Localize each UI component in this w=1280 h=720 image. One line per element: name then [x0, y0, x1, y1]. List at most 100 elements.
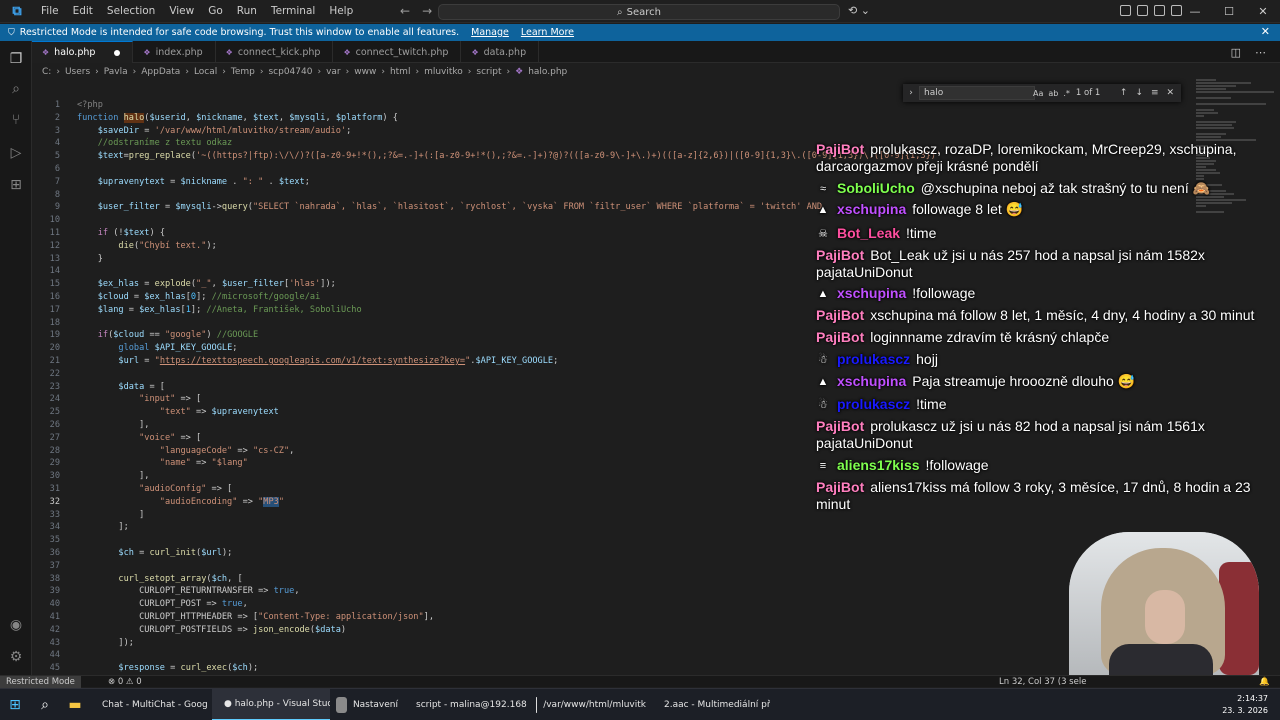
line-number: 14 — [49, 266, 60, 277]
back-arrow-icon[interactable]: ← — [400, 4, 410, 18]
taskbar-app[interactable]: /var/www/html/mluvitk — [530, 689, 652, 720]
line-number: 26 — [49, 420, 60, 430]
line-number: 43 — [49, 637, 60, 648]
menu-selection[interactable]: Selection — [100, 0, 162, 23]
learn-more-link[interactable]: Learn More — [521, 27, 574, 38]
run-debug-icon[interactable]: ▷ — [8, 145, 24, 161]
match-case-icon[interactable]: Aa — [1033, 89, 1043, 98]
previous-match-icon[interactable]: ↑ — [1120, 88, 1128, 98]
breadcrumb-item[interactable]: Local — [194, 67, 217, 77]
search-icon: ⌕ — [617, 6, 623, 18]
start-windows-icon[interactable]: ⊞ — [0, 689, 30, 720]
toggle-sidebar-icon[interactable] — [1120, 5, 1131, 16]
breadcrumb-item[interactable]: AppData — [141, 67, 180, 77]
taskbar-app-label: script - malina@192.168 — [416, 699, 527, 710]
find-in-selection-icon[interactable]: ≡ — [1151, 88, 1159, 98]
taskbar-app-label: 2.aac - Multimediální př — [664, 699, 770, 710]
breadcrumb-item[interactable]: script — [476, 67, 501, 77]
nav-arrows: ← → — [400, 4, 432, 18]
chat-text: prolukascz, rozaDP, loremikockam, MrCree… — [816, 141, 1237, 174]
clock[interactable]: 2:14:37 23. 3. 2026 — [1222, 693, 1268, 717]
copilot-icon[interactable]: ⟲ ⌄ — [848, 4, 870, 17]
breadcrumb-item[interactable]: mluvitko — [424, 67, 463, 77]
close-find-icon[interactable]: ✕ — [1167, 88, 1175, 98]
more-actions-icon[interactable]: ⋯ — [1255, 46, 1266, 59]
problems-status[interactable]: ⊗ 0 ⚠ 0 — [108, 676, 142, 688]
menu-help[interactable]: Help — [322, 0, 360, 23]
breadcrumb-item[interactable]: Users — [65, 67, 90, 77]
tab-data-php[interactable]: ❖ data.php — [461, 41, 540, 63]
toggle-panel-icon[interactable] — [1137, 5, 1148, 16]
tab-index-php[interactable]: ❖ index.php — [133, 41, 216, 63]
breadcrumb-item[interactable]: C: — [42, 67, 51, 77]
menu-file[interactable]: File — [34, 0, 66, 23]
source-control-icon[interactable]: ⑂ — [8, 112, 24, 128]
split-editor-icon[interactable]: ◫ — [1231, 46, 1241, 59]
whole-word-icon[interactable]: ab — [1048, 89, 1058, 98]
clock-time: 2:14:37 — [1237, 694, 1268, 703]
search-icon[interactable]: ⌕ — [30, 689, 60, 720]
unsaved-dot-icon[interactable] — [114, 49, 121, 56]
toggle-secondary-sidebar-icon[interactable] — [1154, 5, 1165, 16]
explorer-icon[interactable]: ❐ — [8, 51, 24, 67]
tab-connect-kick-php[interactable]: ❖ connect_kick.php — [216, 41, 334, 63]
taskbar-app[interactable]: Chat - MultiChat - Goog — [90, 689, 212, 720]
tab-connect-twitch-php[interactable]: ❖ connect_twitch.php — [333, 41, 462, 63]
breadcrumb-item[interactable]: var — [326, 67, 341, 77]
close-window-icon[interactable]: ✕ — [1246, 0, 1280, 23]
tab-halo-php[interactable]: ❖ halo.php — [32, 41, 134, 63]
search-icon[interactable]: ⌕ — [8, 81, 24, 97]
taskbar-app[interactable]: 2.aac - Multimediální př — [652, 689, 770, 720]
menu-terminal[interactable]: Terminal — [264, 0, 322, 23]
command-center-search[interactable]: ⌕ Search — [438, 4, 840, 20]
taskbar: ⊞ ⌕ ▬ Chat - MultiChat - Goog ● halo.php … — [0, 688, 1280, 720]
breadcrumb-item[interactable]: Pavla — [104, 67, 128, 77]
breadcrumb-item[interactable]: halo.php — [528, 67, 567, 77]
line-number: 4 — [54, 138, 60, 149]
forward-arrow-icon[interactable]: → — [422, 4, 432, 18]
taskbar-app[interactable]: script - malina@192.168 — [404, 689, 530, 720]
minimize-icon[interactable]: — — [1178, 0, 1212, 23]
notifications-bell-icon[interactable]: 🔔 — [1259, 676, 1270, 688]
maximize-icon[interactable]: ☐ — [1212, 0, 1246, 23]
menu-edit[interactable]: Edit — [66, 0, 100, 23]
breadcrumb-item[interactable]: scp04740 — [268, 67, 312, 77]
close-icon[interactable]: ✕ — [1261, 25, 1270, 38]
menu-view[interactable]: View — [162, 0, 201, 23]
manage-link[interactable]: Manage — [471, 27, 509, 38]
taskbar-app-label: Chat - MultiChat - Goog — [102, 699, 208, 710]
manage-gear-icon[interactable]: ⚙ — [8, 649, 24, 665]
extensions-icon[interactable]: ⊞ — [8, 177, 24, 193]
regex-icon[interactable]: .* — [1063, 89, 1070, 98]
chat-username: SoboliUcho — [837, 180, 915, 196]
code-line: "audioEncoding" => "MP3" — [159, 496, 285, 507]
file-explorer-icon[interactable]: ▬ — [60, 689, 90, 720]
taskbar-app[interactable]: Nastavení — [330, 689, 404, 720]
activity-bar: ❐ ⌕ ⑂ ▷ ⊞ ◉ ⚙ — [0, 41, 32, 675]
line-number: 16 — [49, 292, 60, 302]
code-line: ], — [77, 471, 150, 482]
tab-label: connect_kick.php — [237, 46, 321, 58]
restricted-mode-status[interactable]: Restricted Mode — [0, 676, 81, 688]
breadcrumb-item[interactable]: Temp — [231, 67, 255, 77]
account-icon[interactable]: ◉ — [8, 617, 24, 633]
cursor-position[interactable]: Ln 32, Col 37 (3 sele — [999, 676, 1086, 688]
minimap-line — [1196, 103, 1266, 105]
minimap-line — [1196, 109, 1214, 111]
menu-go[interactable]: Go — [201, 0, 230, 23]
next-match-icon[interactable]: ↓ — [1135, 88, 1143, 98]
breadcrumb-item[interactable]: html — [390, 67, 411, 77]
toggle-replace-chevron-icon[interactable]: › — [903, 88, 919, 98]
breadcrumb-item[interactable]: www — [354, 67, 376, 77]
tab-label: index.php — [155, 46, 203, 58]
line-number: 34 — [49, 522, 60, 533]
find-input[interactable]: halo — [919, 86, 1035, 100]
code-line: CURLOPT_HTTPHEADER => ["Content-Type: ap… — [77, 612, 435, 622]
chat-text: followage 8 let 😅 — [912, 201, 1024, 217]
line-number: 8 — [54, 189, 60, 200]
line-number: 3 — [54, 125, 60, 136]
taskbar-app[interactable]: ● halo.php - Visual Stud — [212, 688, 330, 720]
menu-run[interactable]: Run — [230, 0, 264, 23]
line-number: 23 — [49, 381, 60, 392]
line-number: 12 — [49, 240, 60, 251]
